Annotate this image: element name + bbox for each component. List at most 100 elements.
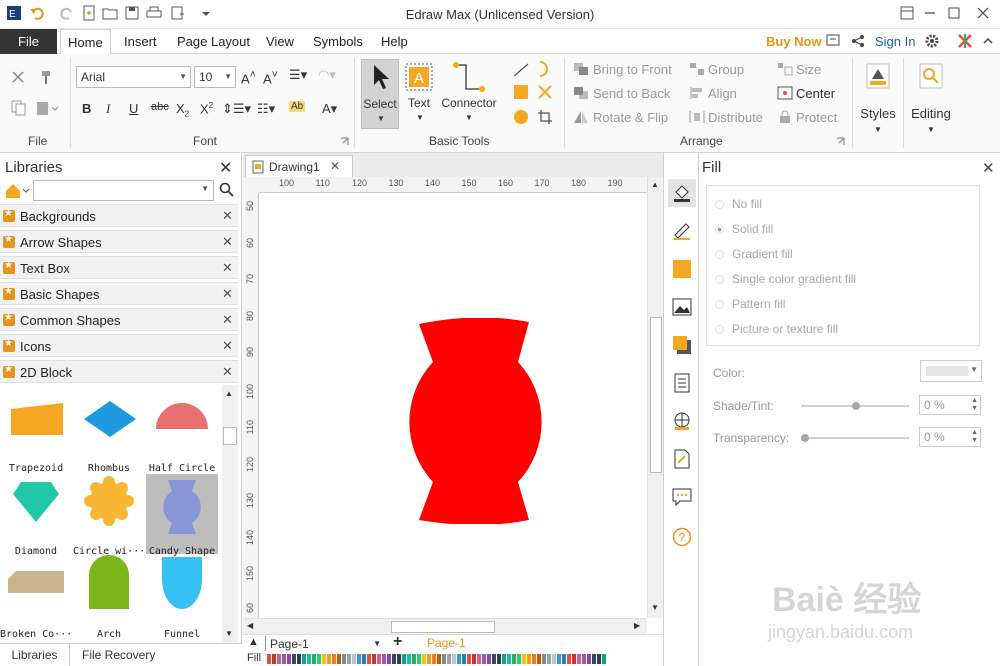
line-tool-icon[interactable] bbox=[512, 62, 530, 78]
close-icon[interactable]: ✕ bbox=[222, 312, 233, 328]
align-label[interactable]: Align bbox=[708, 86, 737, 101]
home-library-icon[interactable] bbox=[4, 182, 30, 200]
fill-option-no-fill[interactable]: No fill bbox=[715, 197, 762, 211]
palette-swatch[interactable] bbox=[582, 654, 586, 664]
palette-swatch[interactable] bbox=[487, 654, 491, 664]
shape-funnel[interactable]: Funnel bbox=[146, 557, 218, 640]
palette-swatch[interactable] bbox=[412, 654, 416, 664]
palette-swatch[interactable] bbox=[342, 654, 346, 664]
close-icon[interactable]: ✕ bbox=[330, 159, 340, 173]
shape-rhombus[interactable]: Rhombus bbox=[73, 391, 145, 474]
close-icon[interactable]: ✕ bbox=[222, 234, 233, 250]
note-icon[interactable] bbox=[672, 449, 692, 469]
palette-swatch[interactable] bbox=[462, 654, 466, 664]
palette-swatch[interactable] bbox=[377, 654, 381, 664]
shape-diamond[interactable]: Diamond bbox=[0, 474, 72, 557]
drawing-canvas[interactable] bbox=[259, 193, 647, 618]
scrollbar-thumb[interactable] bbox=[650, 317, 662, 473]
copy-icon[interactable] bbox=[10, 99, 28, 117]
palette-swatch[interactable] bbox=[452, 654, 456, 664]
fill-option-solid-fill[interactable]: Solid fill bbox=[715, 222, 773, 236]
library-category-common-shapes[interactable]: Common Shapes ✕ bbox=[0, 308, 238, 331]
file-menu[interactable]: File bbox=[0, 29, 57, 54]
canvas-horizontal-scrollbar[interactable]: ◀ ▶ bbox=[243, 618, 647, 634]
palette-swatch[interactable] bbox=[422, 654, 426, 664]
palette-swatch[interactable] bbox=[327, 654, 331, 664]
page-tab-1[interactable]: Page-1 bbox=[427, 636, 466, 650]
slider-knob[interactable] bbox=[801, 434, 809, 442]
highlight-icon[interactable]: Ab bbox=[289, 101, 306, 112]
rotate-flip-icon[interactable] bbox=[573, 110, 589, 124]
size-icon[interactable] bbox=[777, 62, 793, 76]
font-dialog-launcher-icon[interactable] bbox=[340, 137, 349, 146]
palette-swatch[interactable] bbox=[482, 654, 486, 664]
palette-swatch[interactable] bbox=[472, 654, 476, 664]
hyperlink-globe-icon[interactable] bbox=[672, 411, 692, 431]
palette-swatch[interactable] bbox=[442, 654, 446, 664]
palette-swatch[interactable] bbox=[372, 654, 376, 664]
arrange-dialog-launcher-icon[interactable] bbox=[836, 137, 845, 146]
library-scrollbar[interactable]: ▲ ▼ bbox=[222, 385, 238, 643]
palette-swatch[interactable] bbox=[542, 654, 546, 664]
rotate-flip-label[interactable]: Rotate & Flip bbox=[593, 110, 668, 125]
palette-swatch[interactable] bbox=[527, 654, 531, 664]
line-style-icon[interactable] bbox=[672, 221, 692, 241]
slider-knob[interactable] bbox=[852, 402, 860, 410]
spin-arrows-icon[interactable]: ▲ ▼ bbox=[971, 397, 978, 413]
palette-swatch[interactable] bbox=[592, 654, 596, 664]
bold-icon[interactable]: B bbox=[82, 101, 91, 116]
palette-swatch[interactable] bbox=[272, 654, 276, 664]
library-category-backgrounds[interactable]: Backgrounds ✕ bbox=[0, 204, 238, 227]
scroll-left-icon[interactable]: ◀ bbox=[247, 621, 253, 630]
buy-now-link[interactable]: Buy Now bbox=[766, 34, 822, 49]
align-icon[interactable] bbox=[689, 86, 705, 100]
spin-arrows-icon[interactable]: ▲ ▼ bbox=[971, 429, 978, 445]
fill-option-pattern-fill[interactable]: Pattern fill bbox=[715, 297, 785, 311]
color-palette[interactable] bbox=[267, 654, 607, 664]
protect-icon[interactable] bbox=[777, 110, 793, 124]
text-tool-button[interactable]: A Text ▼ bbox=[404, 59, 434, 129]
palette-swatch[interactable] bbox=[577, 654, 581, 664]
palette-swatch[interactable] bbox=[352, 654, 356, 664]
transparency-slider[interactable] bbox=[801, 434, 909, 442]
fill-option-picture-texture[interactable]: Picture or texture fill bbox=[715, 322, 838, 336]
shadow-icon[interactable] bbox=[672, 335, 692, 355]
menu-page-layout[interactable]: Page Layout bbox=[177, 29, 250, 54]
distribute-icon[interactable] bbox=[689, 110, 705, 124]
minimize-icon[interactable] bbox=[920, 4, 940, 22]
palette-swatch[interactable] bbox=[297, 654, 301, 664]
palette-swatch[interactable] bbox=[517, 654, 521, 664]
palette-swatch[interactable] bbox=[312, 654, 316, 664]
collapse-ribbon-icon[interactable] bbox=[981, 33, 995, 49]
distribute-label[interactable]: Distribute bbox=[708, 110, 763, 125]
palette-swatch[interactable] bbox=[567, 654, 571, 664]
menu-view[interactable]: View bbox=[266, 29, 294, 54]
search-icon[interactable] bbox=[219, 182, 235, 198]
page-properties-icon[interactable] bbox=[672, 373, 692, 393]
ellipse-tool-icon[interactable] bbox=[513, 109, 529, 125]
tab-drawing1[interactable]: Drawing1 ✕ bbox=[245, 155, 353, 177]
subscript-icon[interactable]: X2 bbox=[176, 101, 189, 119]
palette-swatch[interactable] bbox=[477, 654, 481, 664]
send-to-back-label[interactable]: Send to Back bbox=[593, 86, 670, 101]
help-icon[interactable]: ? bbox=[672, 527, 692, 547]
page-select[interactable]: Page-1 ▼ bbox=[265, 636, 383, 651]
palette-swatch[interactable] bbox=[437, 654, 441, 664]
italic-icon[interactable]: I bbox=[106, 101, 110, 117]
palette-swatch[interactable] bbox=[367, 654, 371, 664]
close-icon[interactable]: ✕ bbox=[222, 338, 233, 354]
chevron-up-icon[interactable]: ▲ bbox=[248, 636, 259, 648]
palette-swatch[interactable] bbox=[322, 654, 326, 664]
scroll-up-icon[interactable]: ▲ bbox=[651, 180, 659, 189]
palette-swatch[interactable] bbox=[357, 654, 361, 664]
transparency-stepper[interactable]: 0 % ▲ ▼ bbox=[919, 427, 981, 447]
palette-swatch[interactable] bbox=[397, 654, 401, 664]
image-icon[interactable] bbox=[672, 297, 692, 317]
fill-icon[interactable] bbox=[672, 183, 692, 203]
close-icon[interactable]: ✕ bbox=[222, 286, 233, 302]
maximize-icon[interactable] bbox=[944, 4, 964, 22]
size-label[interactable]: Size bbox=[796, 62, 821, 77]
palette-swatch[interactable] bbox=[597, 654, 601, 664]
theme-icon[interactable] bbox=[957, 33, 973, 49]
palette-swatch[interactable] bbox=[417, 654, 421, 664]
